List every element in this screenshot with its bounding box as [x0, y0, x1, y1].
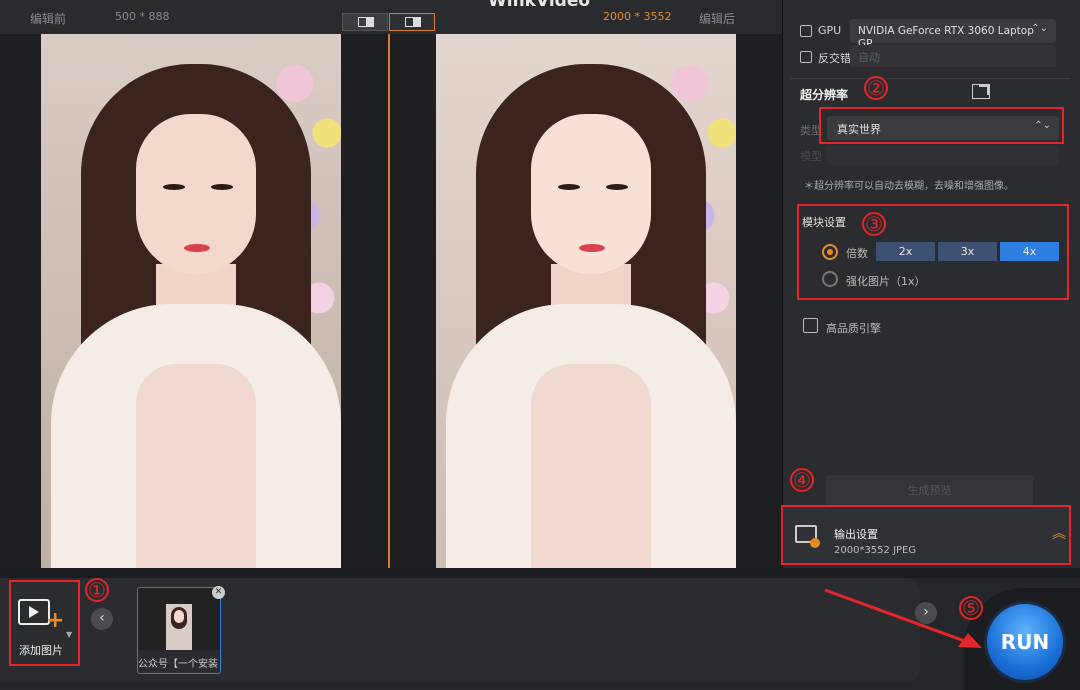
super-resolution-hint: ＊超分辨率可以自动去模糊，去噪和增强图像。 — [804, 181, 1014, 192]
before-label: 编辑前 — [30, 12, 67, 26]
thumbnail-image — [166, 604, 192, 650]
select-arrow-icon: ⌃⌄ — [1031, 23, 1048, 34]
after-image — [436, 34, 736, 568]
after-dimensions: 2000 * 3552 — [603, 10, 672, 23]
divider — [790, 78, 1070, 79]
super-resolution-title: 超分辨率 — [800, 88, 849, 102]
model-label: 模型 — [800, 150, 822, 163]
close-icon[interactable]: ✕ — [212, 586, 225, 599]
annotation-box-add — [9, 580, 80, 666]
before-image — [41, 34, 341, 568]
antialias-label: 反交错 — [818, 52, 851, 65]
gpu-select[interactable]: NVIDIA GeForce RTX 3060 Laptop GP ⌃⌄ — [850, 19, 1056, 50]
app-title: WinkVideo — [488, 0, 591, 11]
marker-5: ⑤ — [959, 596, 983, 620]
marker-4: ④ — [790, 468, 814, 492]
thumbnail-caption: 公众号【一个安装 — [138, 650, 220, 673]
compare-view-button[interactable] — [389, 13, 435, 31]
thumbnail-item[interactable]: 公众号【一个安装 — [137, 587, 221, 674]
model-select[interactable] — [827, 145, 1059, 165]
generate-preview-button[interactable]: 生成预览 — [826, 475, 1033, 507]
compare-view-icon — [405, 17, 421, 27]
generate-preview-label: 生成预览 — [907, 484, 952, 497]
annotation-box-output — [781, 505, 1071, 565]
compare-divider[interactable] — [388, 34, 390, 568]
hq-engine-label: 高品质引擎 — [826, 322, 881, 335]
marker-2: ② — [864, 76, 888, 100]
gpu-checkbox[interactable] — [800, 25, 812, 37]
hq-engine-checkbox[interactable] — [803, 318, 818, 333]
annotation-box-module — [797, 204, 1069, 300]
marker-1: ① — [85, 578, 109, 602]
antialias-select-value: 自动 — [858, 51, 880, 64]
marker-3: ③ — [862, 212, 886, 236]
annotation-box-type — [819, 107, 1064, 144]
run-button[interactable]: RUN — [987, 604, 1063, 680]
before-dimensions: 500 * 888 — [115, 10, 170, 23]
after-label: 编辑后 — [699, 12, 736, 26]
gpu-label: GPU — [818, 24, 842, 37]
expand-icon[interactable] — [972, 84, 990, 99]
split-view-icon — [358, 17, 374, 27]
antialias-select[interactable]: 自动 — [850, 45, 1056, 67]
split-view-button[interactable] — [342, 13, 388, 31]
scroll-left-button[interactable]: ‹ — [91, 608, 113, 630]
antialias-checkbox[interactable] — [800, 51, 812, 63]
